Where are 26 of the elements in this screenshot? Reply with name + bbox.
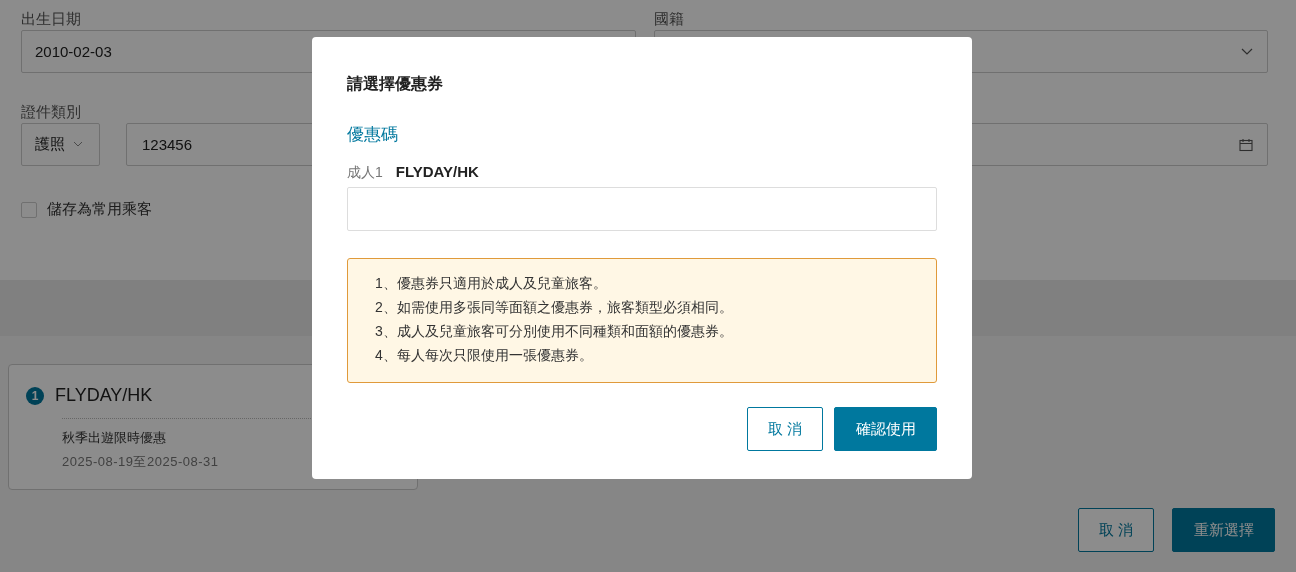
chevron-down-icon: [73, 141, 83, 148]
notice-text: 4、每人每次只限使用一張優惠券。: [375, 346, 594, 365]
passenger-type: 成人1: [347, 164, 383, 182]
cancel-button[interactable]: 取 消: [747, 407, 823, 451]
confirm-button[interactable]: 確認使用: [834, 407, 937, 451]
coupon-code-input[interactable]: [347, 187, 937, 231]
coupon-period: 2025-08-19至2025-08-31: [62, 453, 220, 471]
notice-text: 3、成人及兒童旅客可分別使用不同種類和面額的優惠券。: [375, 322, 734, 341]
coupon-name: 秋季出遊限時優惠: [62, 429, 167, 447]
passenger-name: FLYDAY/HK: [395, 163, 479, 180]
document-type-select[interactable]: 護照: [21, 123, 100, 166]
field-label: 國籍: [653, 9, 685, 29]
dialog-title: 請選擇優惠券: [347, 74, 444, 94]
number-badge: 1: [26, 386, 44, 405]
coupon-code: FLYDAY/HK: [55, 385, 153, 406]
chevron-down-icon: [1241, 47, 1253, 56]
field-label: 證件類別: [21, 102, 82, 122]
notice-text: 2、如需使用多張同等面額之優惠券，旅客類型必須相同。: [375, 298, 734, 317]
field-label: 出生日期: [21, 9, 82, 29]
reselect-button[interactable]: 重新選擇: [1172, 508, 1275, 552]
section-heading: 優惠碼: [347, 124, 399, 146]
checkbox-label: 儲存為常用乘客: [47, 200, 152, 219]
checkbox[interactable]: [21, 201, 37, 218]
calendar-icon: [1239, 137, 1253, 152]
cancel-button[interactable]: 取 消: [1078, 508, 1154, 552]
notice-text: 1、優惠券只適用於成人及兒童旅客。: [375, 274, 608, 293]
